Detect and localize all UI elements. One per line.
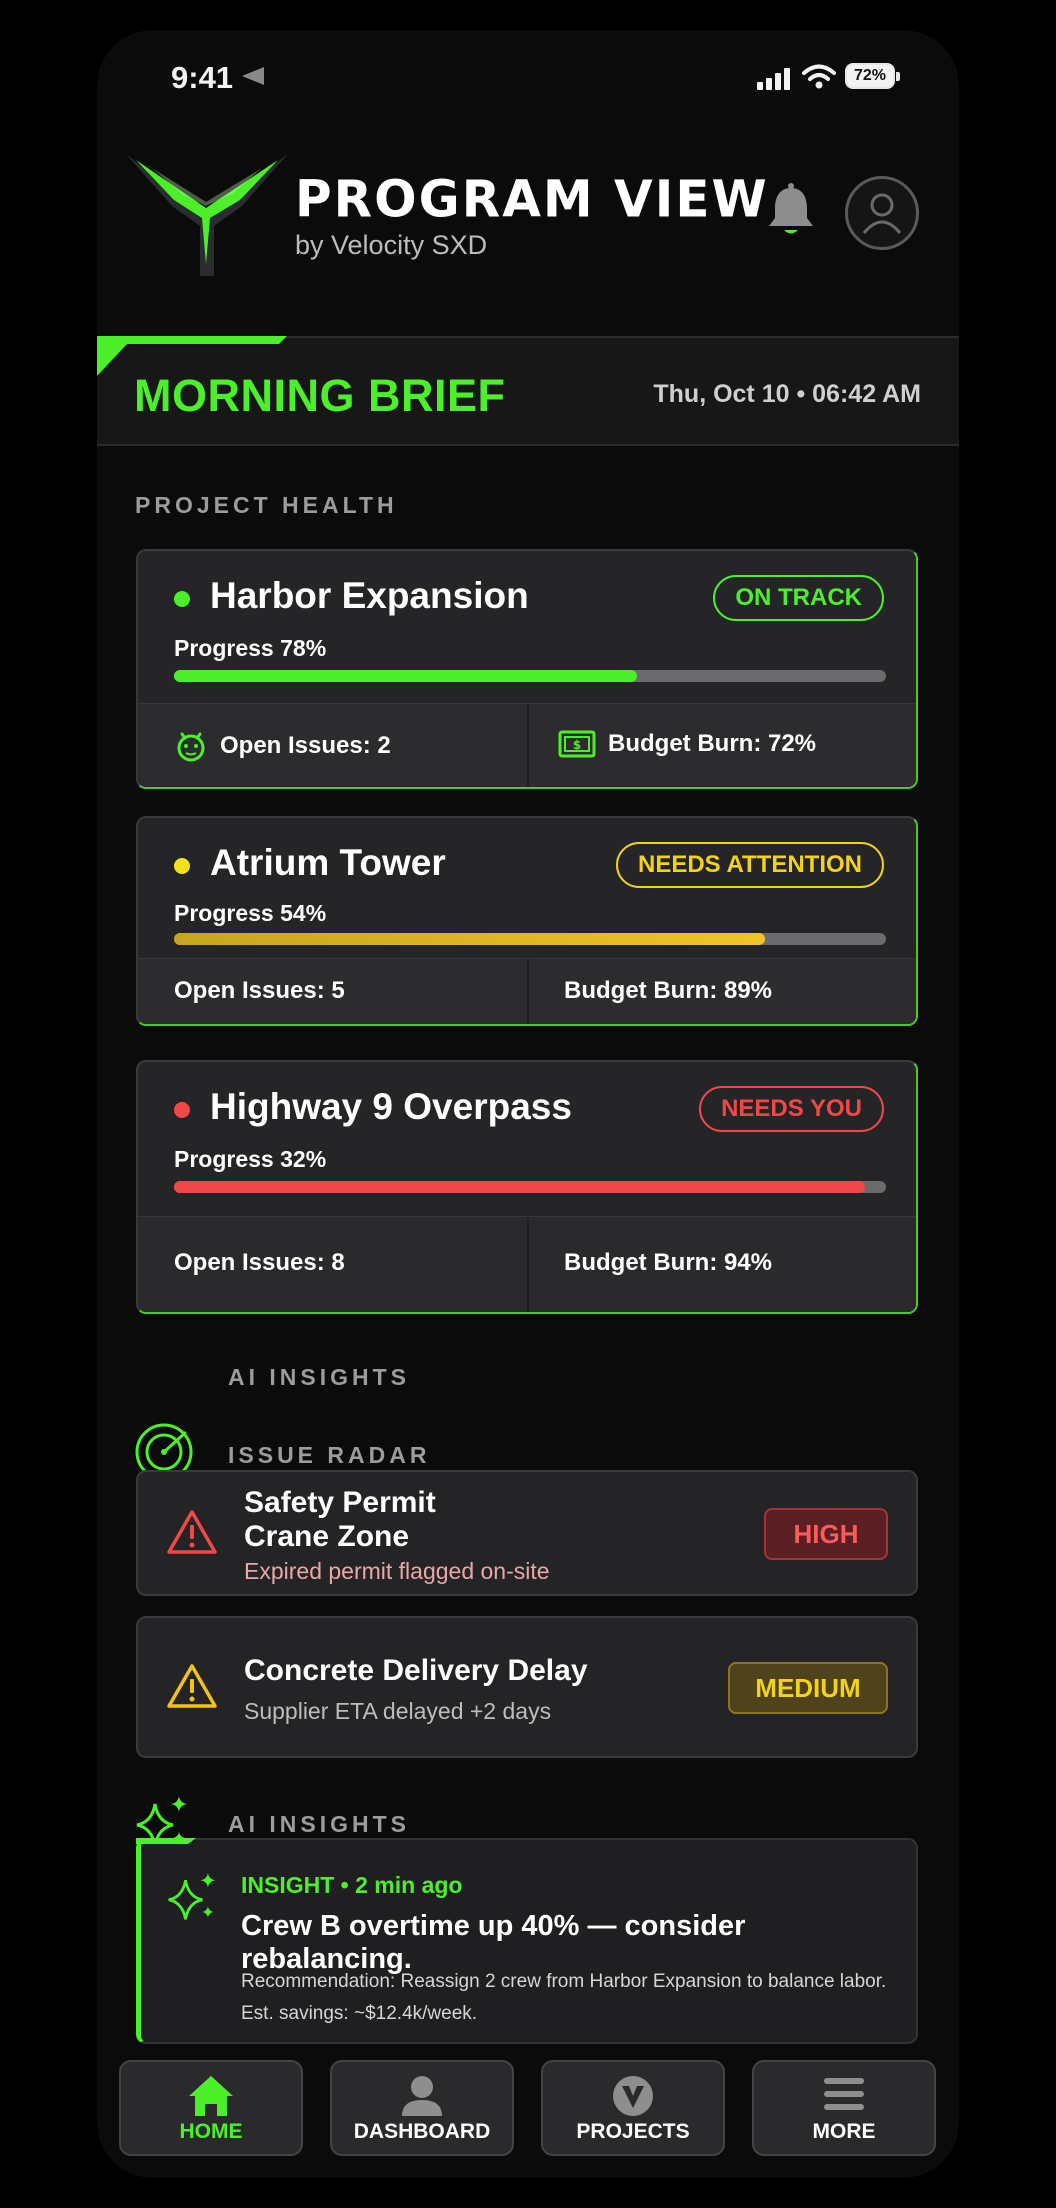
phone-screen: 9:41 72% PROGRAM VIEW by Velocity SXD MO… <box>97 30 959 2178</box>
card-footer: Open Issues: 8 Budget Burn: 94% <box>138 1216 916 1312</box>
project-card-harbor-expansion[interactable]: Harbor Expansion ON TRACK Progress 78% O… <box>136 549 918 789</box>
insight-meta: INSIGHT • 2 min ago <box>241 1872 463 1898</box>
status-badge: ON TRACK <box>713 575 884 621</box>
open-issues-label: Open Issues: 2 <box>220 732 391 759</box>
morning-brief-banner: MORNING BRIEF Thu, Oct 10 • 06:42 AM <box>97 336 959 446</box>
insight-accent-corner <box>136 1838 196 1844</box>
nav-dashboard-button[interactable]: DASHBOARD <box>330 2060 514 2156</box>
progress-label: Progress 32% <box>174 1146 327 1172</box>
battery-indicator: 72% <box>845 63 900 89</box>
sparkles-icon <box>168 1872 216 1920</box>
status-time: 9:41 <box>171 60 234 95</box>
severity-badge: MEDIUM <box>728 1662 888 1714</box>
progress-label: Progress 54% <box>174 900 327 926</box>
footer-divider <box>527 959 529 1024</box>
section-project-health: PROJECT HEALTH <box>135 492 398 518</box>
open-issues-stat: Open Issues: 5 <box>174 977 345 1004</box>
insight-body: Recommendation: Reassign 2 crew from Har… <box>241 1966 901 2030</box>
section-ai-insights-top: AI INSIGHTS <box>228 1364 411 1390</box>
issue-card-concrete-delivery[interactable]: Concrete Delivery Delay Supplier ETA del… <box>136 1616 918 1758</box>
status-bar: 9:41 72% <box>97 30 959 130</box>
section-ai-insights: AI INSIGHTS <box>228 1811 411 1837</box>
project-card-atrium-tower[interactable]: Atrium Tower NEEDS ATTENTION Progress 54… <box>136 816 918 1026</box>
insight-card[interactable]: INSIGHT • 2 min ago Crew B overtime up 4… <box>136 1838 918 2044</box>
progress-bar <box>174 670 886 682</box>
issue-card-safety-permit[interactable]: Safety Permit Crane Zone Expired permit … <box>136 1470 918 1596</box>
warning-triangle-icon <box>167 1510 217 1554</box>
open-issues-stat: Open Issues: 2 <box>174 728 391 764</box>
profile-avatar[interactable] <box>845 176 919 250</box>
wifi-icon <box>802 64 836 89</box>
card-footer: Open Issues: 5 Budget Burn: 89% <box>138 958 916 1024</box>
velocity-logo-icon <box>126 154 288 276</box>
insight-savings: Est. savings: ~$12.4k/week. <box>241 2003 478 2024</box>
budget-burn-stat: Budget Burn: 89% <box>564 977 773 1004</box>
brief-date: Thu, Oct 10 • 06:42 AM <box>653 380 921 408</box>
issue-detail: Expired permit flagged on-site <box>244 1558 550 1584</box>
issue-detail: Supplier ETA delayed +2 days <box>244 1698 552 1724</box>
severity-badge: HIGH <box>764 1508 888 1560</box>
issue-title: Concrete Delivery Delay <box>244 1654 588 1687</box>
issue-title-line2: Crane Zone <box>244 1520 410 1553</box>
status-dot <box>174 858 190 874</box>
menu-icon <box>824 2078 864 2110</box>
bug-icon <box>177 732 205 762</box>
app-title: PROGRAM VIEW <box>295 169 769 229</box>
issue-title-line1: Safety Permit <box>244 1486 436 1519</box>
money-icon: $ <box>558 730 596 758</box>
insight-recommendation: Recommendation: Reassign 2 crew from Har… <box>241 1971 887 1992</box>
location-arrow-icon <box>242 67 264 85</box>
nav-more-label: MORE <box>812 2120 876 2143</box>
footer-divider <box>527 1217 529 1312</box>
nav-home-button[interactable]: HOME <box>119 2060 303 2156</box>
warning-triangle-icon <box>167 1664 217 1708</box>
progress-bar-fill <box>174 933 765 945</box>
brief-title: MORNING BRIEF <box>134 370 506 421</box>
budget-burn-stat: Budget Burn: 94% <box>564 1249 773 1276</box>
nav-projects-label: PROJECTS <box>576 2120 690 2143</box>
projects-icon <box>613 2076 653 2116</box>
svg-text:$: $ <box>573 738 581 752</box>
status-dot <box>174 591 190 607</box>
home-icon <box>189 2076 233 2116</box>
card-footer: Open Issues: 2 $ Budget Burn: 72% <box>138 703 916 787</box>
project-name: Atrium Tower <box>210 842 446 883</box>
cellular-signal-icon <box>757 68 790 90</box>
nav-home-label: HOME <box>179 2120 243 2143</box>
status-badge: NEEDS YOU <box>699 1086 884 1132</box>
app-subtitle: by Velocity SXD <box>295 230 488 260</box>
section-issue-radar: ISSUE RADAR <box>228 1442 431 1468</box>
budget-burn-label: Budget Burn: 72% <box>608 730 817 757</box>
progress-bar-fill <box>174 670 637 682</box>
nav-more-button[interactable]: MORE <box>752 2060 936 2156</box>
footer-divider <box>527 704 529 787</box>
project-name: Highway 9 Overpass <box>210 1086 572 1127</box>
project-card-highway-9-overpass[interactable]: Highway 9 Overpass NEEDS YOU Progress 32… <box>136 1060 918 1314</box>
project-name: Harbor Expansion <box>210 575 529 616</box>
progress-label: Progress 78% <box>174 635 327 661</box>
budget-burn-stat: $ Budget Burn: 72% <box>558 728 816 760</box>
nav-dashboard-label: DASHBOARD <box>353 2120 491 2143</box>
progress-bar-fill <box>174 1181 865 1193</box>
user-icon <box>402 2076 442 2116</box>
notification-bell-icon[interactable] <box>765 182 817 238</box>
status-badge: NEEDS ATTENTION <box>615 842 884 888</box>
nav-projects-button[interactable]: PROJECTS <box>541 2060 725 2156</box>
open-issues-stat: Open Issues: 8 <box>174 1249 345 1276</box>
progress-bar <box>174 1181 886 1193</box>
progress-bar <box>174 933 886 945</box>
user-silhouette-icon <box>862 193 902 234</box>
status-dot <box>174 1102 190 1118</box>
